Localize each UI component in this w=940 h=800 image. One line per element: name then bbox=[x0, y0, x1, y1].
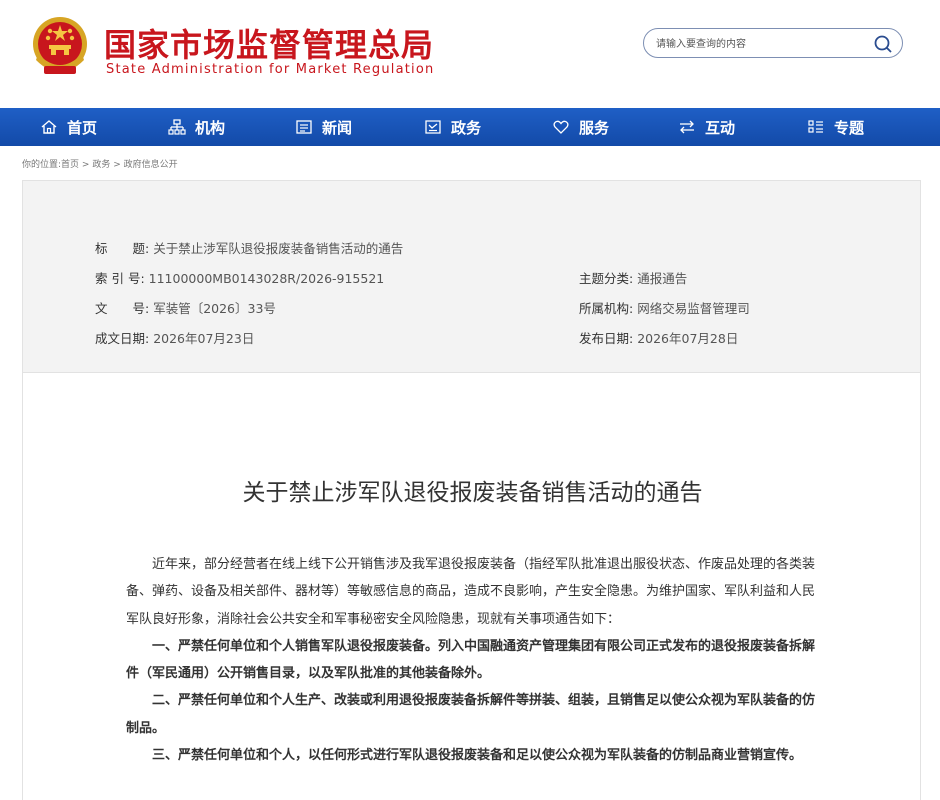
info-date-row: 成文日期: 2026年07月23日 bbox=[95, 328, 254, 347]
info-index-value: 11100000MB0143028R/2026-915521 bbox=[148, 271, 385, 286]
search-box bbox=[643, 28, 903, 58]
breadcrumb-separator: > bbox=[79, 160, 93, 170]
news-icon bbox=[296, 120, 312, 134]
nav-label: 政务 bbox=[451, 118, 482, 137]
info-doc-label: 文 号: bbox=[95, 301, 150, 316]
info-topic-row: 主题分类: 通报通告 bbox=[579, 268, 687, 287]
nav-item-affairs[interactable]: 政务 bbox=[424, 108, 481, 146]
nav-item-org[interactable]: 机构 bbox=[168, 108, 225, 146]
breadcrumb-link-affairs[interactable]: 政务 bbox=[92, 160, 110, 170]
nav-item-service[interactable]: 服务 bbox=[552, 108, 609, 146]
breadcrumb-link-home[interactable]: 首页 bbox=[61, 160, 79, 170]
site-subtitle: State Administration for Market Regulati… bbox=[106, 62, 435, 77]
nav-label: 互动 bbox=[705, 118, 736, 137]
breadcrumb-prefix: 你的位置: bbox=[22, 160, 62, 170]
info-topic-label: 主题分类: bbox=[579, 271, 634, 286]
nav-label: 新闻 bbox=[322, 118, 353, 137]
org-chart-icon bbox=[168, 119, 186, 135]
nav-item-home[interactable]: 首页 bbox=[40, 108, 97, 146]
national-emblem-icon[interactable] bbox=[30, 14, 90, 80]
info-title-row: 标 题: 关于禁止涉军队退役报废装备销售活动的通告 bbox=[95, 238, 403, 257]
document-info-panel: 标 题: 关于禁止涉军队退役报废装备销售活动的通告 索 引 号: 1110000… bbox=[22, 180, 921, 373]
article-body: 近年来，部分经营者在线上线下公开销售涉及我军退役报废装备（指经军队批准退出服役状… bbox=[126, 551, 826, 769]
info-publish-label: 发布日期: bbox=[579, 331, 634, 346]
breadcrumb-separator: > bbox=[110, 160, 124, 170]
info-org-label: 所属机构: bbox=[579, 301, 634, 316]
breadcrumb-link-disclosure[interactable]: 政府信息公开 bbox=[124, 160, 178, 170]
info-publish-row: 发布日期: 2026年07月28日 bbox=[579, 328, 738, 347]
document-icon bbox=[425, 120, 441, 134]
search-input[interactable] bbox=[656, 35, 856, 53]
article-paragraph: 二、严禁任何单位和个人生产、改装或利用退役报废装备拆解件等拼装、组装，且销售足以… bbox=[126, 693, 816, 736]
info-org-value: 网络交易监督管理司 bbox=[637, 301, 750, 316]
info-index-label: 索 引 号: bbox=[95, 271, 145, 286]
article-paragraph: 三、严禁任何单位和个人，以任何形式进行军队退役报废装备和足以使公众视为军队装备的… bbox=[152, 748, 803, 764]
info-title-value: 关于禁止涉军队退役报废装备销售活动的通告 bbox=[153, 241, 404, 256]
info-doc-row: 文 号: 军装管〔2026〕33号 bbox=[95, 298, 276, 317]
info-doc-value: 军装管〔2026〕33号 bbox=[153, 301, 276, 316]
home-icon bbox=[41, 120, 57, 134]
info-org-row: 所属机构: 网络交易监督管理司 bbox=[579, 298, 750, 317]
list-icon bbox=[808, 120, 823, 133]
nav-label: 首页 bbox=[67, 118, 98, 137]
info-publish-value: 2026年07月28日 bbox=[637, 331, 739, 346]
nav-label: 专题 bbox=[834, 118, 865, 137]
nav-label: 服务 bbox=[579, 118, 610, 137]
info-topic-value: 通报通告 bbox=[637, 271, 688, 286]
article-paragraph: 一、严禁任何单位和个人销售军队退役报废装备。列入中国融通资产管理集团有限公司正式… bbox=[126, 638, 816, 682]
nav-label: 机构 bbox=[195, 118, 226, 137]
exchange-icon bbox=[680, 120, 694, 134]
breadcrumb: 你的位置:首页 > 政务 > 政府信息公开 bbox=[22, 157, 178, 170]
info-date-label: 成文日期: bbox=[95, 331, 150, 346]
heart-icon bbox=[553, 120, 569, 134]
article-paragraph: 近年来，部分经营者在线上线下公开销售涉及我军退役报废装备（指经军队批准退出服役状… bbox=[126, 557, 816, 627]
site-title: 国家市场监督管理总局 bbox=[104, 26, 435, 64]
search-icon[interactable] bbox=[872, 33, 894, 55]
nav-item-topics[interactable]: 专题 bbox=[807, 108, 864, 146]
info-title-label: 标 题: bbox=[95, 241, 150, 256]
info-index-row: 索 引 号: 11100000MB0143028R/2026-915521 bbox=[95, 268, 384, 287]
nav-item-interact[interactable]: 互动 bbox=[678, 108, 735, 146]
article-title: 关于禁止涉军队退役报废装备销售活动的通告 bbox=[242, 480, 703, 506]
site-header: 国家市场监督管理总局 State Administration for Mark… bbox=[0, 0, 940, 108]
nav-item-news[interactable]: 新闻 bbox=[295, 108, 352, 146]
article-content: 关于禁止涉军队退役报废装备销售活动的通告 近年来，部分经营者在线上线下公开销售涉… bbox=[22, 373, 921, 800]
main-nav: 首页 机构 新闻 政务 服务 互动 专题 bbox=[0, 108, 940, 146]
info-date-value: 2026年07月23日 bbox=[153, 331, 255, 346]
